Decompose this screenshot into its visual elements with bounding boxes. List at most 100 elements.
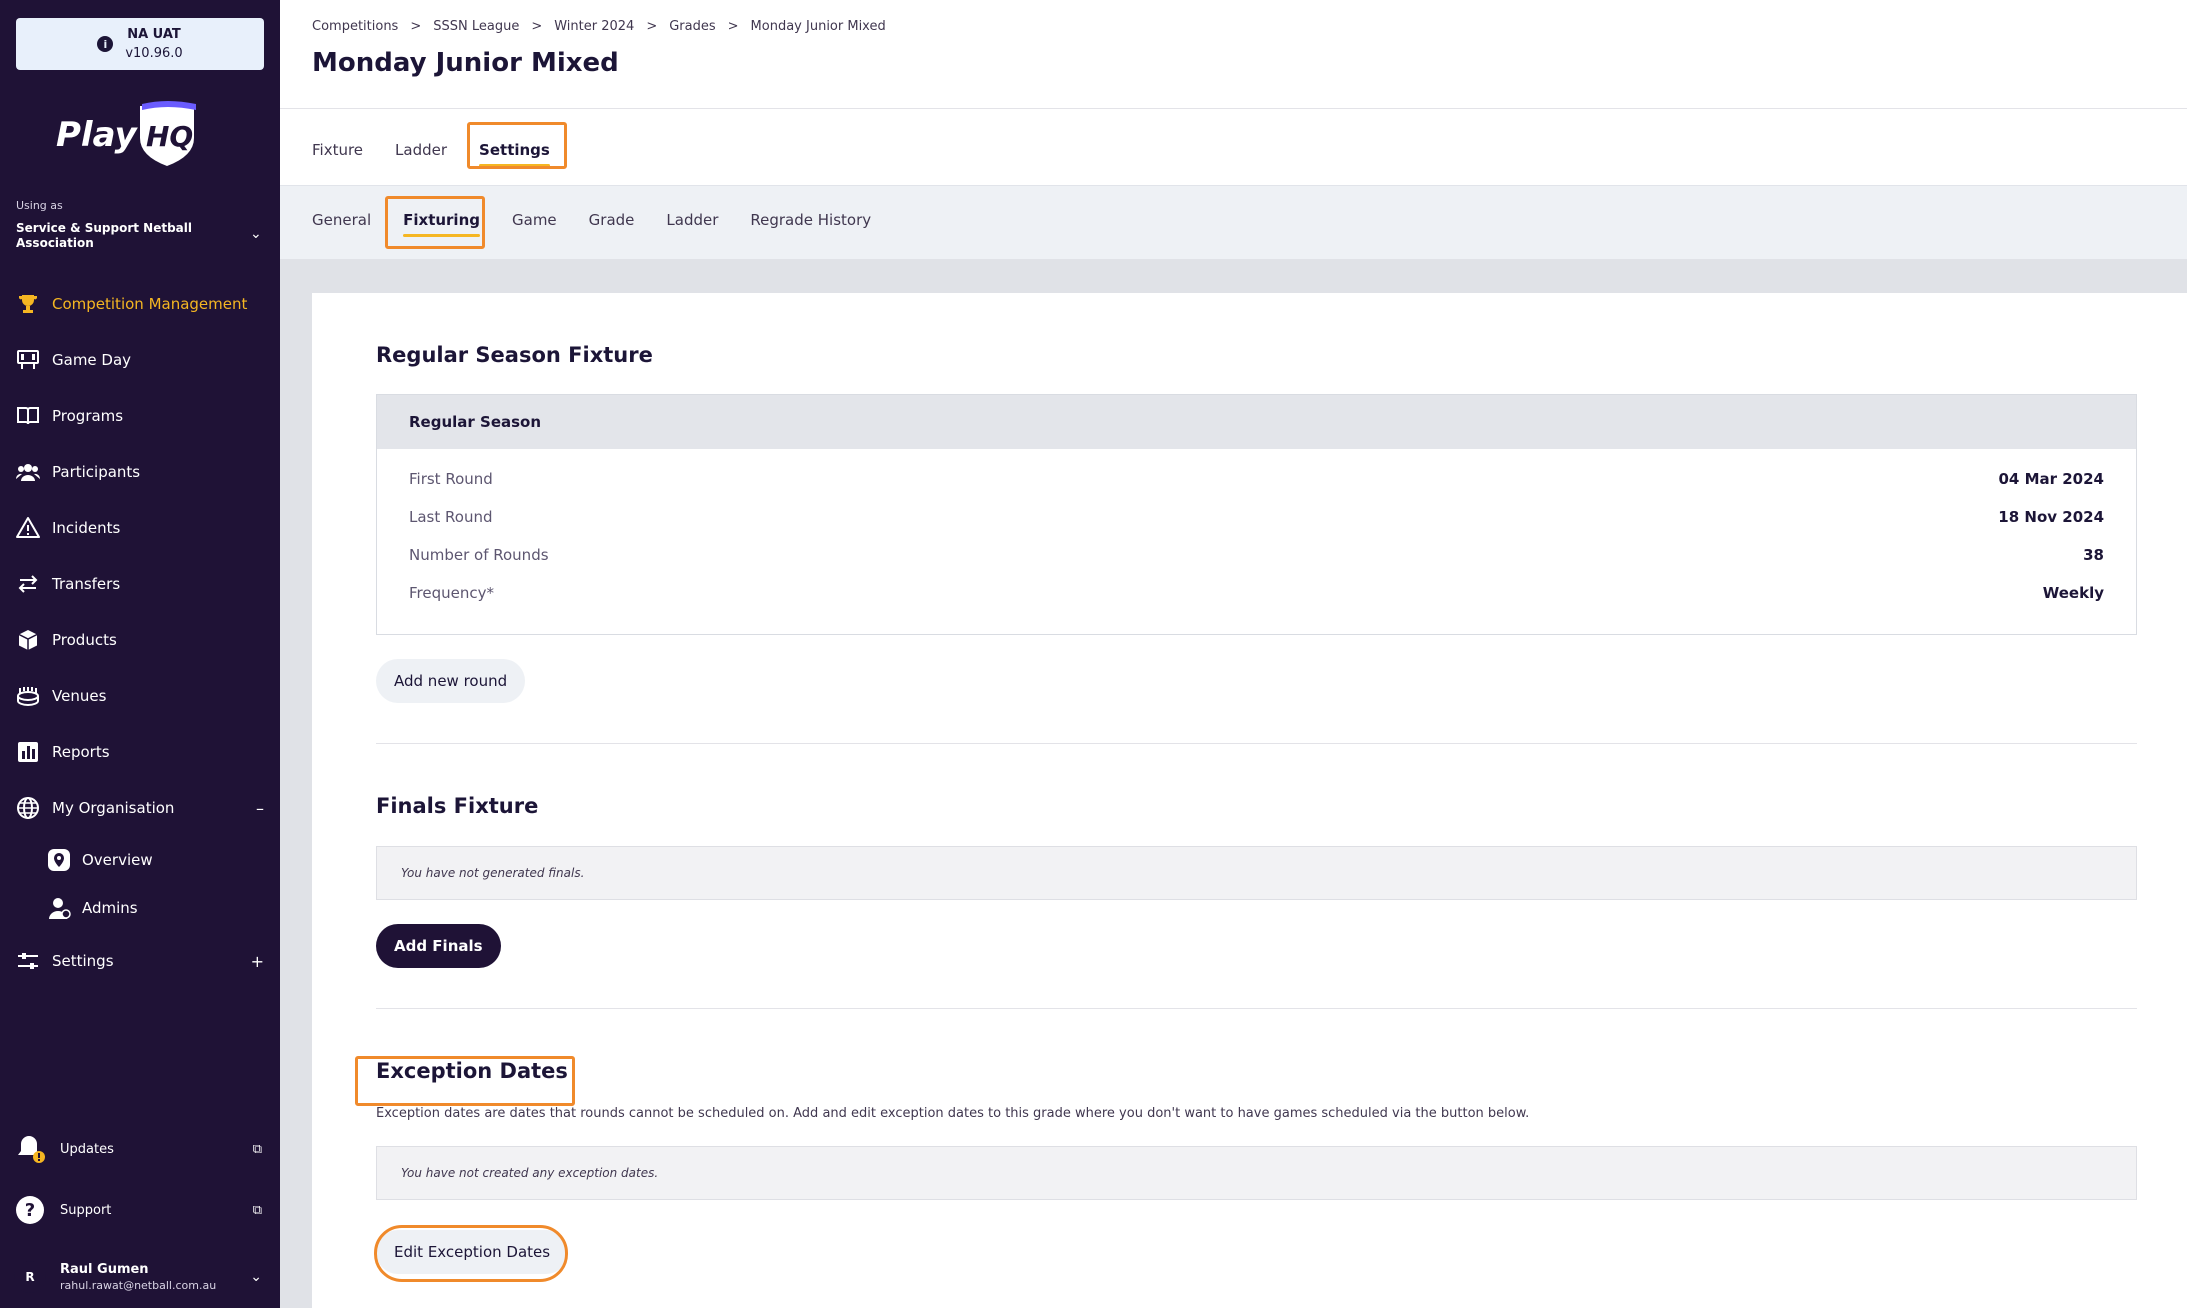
updates-label: Updates [60, 1141, 114, 1157]
breadcrumb-item[interactable]: Winter 2024 [554, 19, 634, 34]
user-email: rahul.rawat@netball.com.au [60, 1279, 217, 1292]
chevron-down-icon[interactable]: ⌄ [250, 1269, 262, 1285]
nav-label: Competition Management [52, 295, 248, 313]
svg-text:HQ: HQ [146, 120, 193, 153]
user-name: Raul Gumen [60, 1262, 149, 1277]
subtab-ladder[interactable]: Ladder [666, 207, 718, 233]
header-divider [280, 108, 2187, 109]
main-content: Competitions > SSSN League > Winter 2024 > Gra… [280, 0, 2187, 1308]
regular-season-title: Regular Season Fixture [376, 343, 653, 367]
environment-badge: i NA UAT v10.96.0 [16, 18, 264, 70]
highlight-settings-tab [467, 122, 567, 169]
nav-reports[interactable]: Reports [0, 732, 280, 772]
highlight-edit-exception-button [374, 1225, 568, 1282]
highlight-fixturing-tab [385, 196, 485, 249]
sidebar: i NA UAT v10.96.0 Play HQ Using as Servi… [0, 0, 280, 1308]
trophy-icon [14, 290, 42, 318]
location-pin-icon [46, 847, 72, 873]
row-value: 38 [2083, 546, 2104, 564]
sub-nav-overview[interactable]: Overview [46, 844, 153, 876]
book-icon [14, 402, 42, 430]
updates-link[interactable]: Updates ⧉ [14, 1131, 266, 1167]
breadcrumb-item[interactable]: Grades [669, 19, 715, 34]
row-label: First Round [409, 470, 493, 488]
breadcrumb: Competitions > SSSN League > Winter 2024 > Gra… [312, 19, 886, 34]
regular-season-header: Regular Season [377, 395, 2136, 449]
tab-ladder[interactable]: Ladder [395, 137, 447, 163]
row-value: 18 Nov 2024 [1998, 508, 2104, 526]
external-link-icon: ⧉ [252, 1141, 262, 1157]
add-new-round-button[interactable]: Add new round [376, 659, 526, 703]
nav-incidents[interactable]: Incidents [0, 508, 280, 548]
table-row: First Round 04 Mar 2024 [409, 467, 2104, 491]
tab-fixture[interactable]: Fixture [312, 137, 363, 163]
svg-text:Play: Play [56, 115, 138, 155]
breadcrumb-item[interactable]: Competitions [312, 19, 398, 34]
nav-label: Participants [52, 463, 141, 481]
app-version: v10.96.0 [125, 46, 183, 61]
finals-title: Finals Fixture [376, 794, 539, 818]
nav-products[interactable]: Products [0, 620, 280, 660]
table-row: Number of Rounds 38 [409, 543, 2104, 567]
nav-label: Incidents [52, 519, 121, 537]
row-label: Last Round [409, 508, 493, 526]
section-divider [376, 1008, 2137, 1009]
subtab-game[interactable]: Game [512, 207, 557, 233]
svg-text:?: ? [25, 1200, 35, 1221]
nav-label: Settings [52, 952, 114, 970]
exception-dates-empty-state: You have not created any exception dates… [376, 1146, 2137, 1200]
exception-dates-description: Exception dates are dates that rounds ca… [376, 1106, 1530, 1121]
section-divider [376, 743, 2137, 744]
collapse-toggle[interactable]: – [256, 799, 264, 818]
nav-programs[interactable]: Programs [0, 396, 280, 436]
subtab-grade[interactable]: Grade [589, 207, 635, 233]
support-link[interactable]: ? Support ⧉ [14, 1192, 266, 1228]
environment-name: NA UAT [127, 27, 181, 42]
nav-my-organisation[interactable]: My Organisation – [0, 788, 280, 828]
people-icon [14, 458, 42, 486]
nav-label: Venues [52, 687, 107, 705]
box-icon [14, 626, 42, 654]
nav-label: Programs [52, 407, 124, 425]
external-link-icon: ⧉ [252, 1202, 262, 1218]
chevron-down-icon[interactable]: ⌄ [250, 226, 262, 242]
support-label: Support [60, 1202, 112, 1218]
info-icon: i [97, 36, 114, 52]
table-row: Last Round 18 Nov 2024 [409, 505, 2104, 529]
breadcrumb-item[interactable]: SSSN League [433, 19, 519, 34]
user-menu[interactable]: R Raul Gumen rahul.rawat@netball.com.au … [14, 1257, 266, 1297]
chart-icon [14, 738, 42, 766]
sub-nav-label: Admins [82, 899, 138, 917]
sliders-icon [14, 947, 42, 975]
nav-label: Reports [52, 743, 110, 761]
breadcrumb-current: Monday Junior Mixed [750, 19, 886, 34]
help-icon: ? [14, 1194, 46, 1226]
nav-competition-management[interactable]: Competition Management [0, 284, 280, 324]
sub-nav-admins[interactable]: Admins [46, 892, 138, 924]
subtab-general[interactable]: General [312, 207, 371, 233]
nav-venues[interactable]: Venues [0, 676, 280, 716]
transfer-icon [14, 570, 42, 598]
finals-empty-state: You have not generated finals. [376, 846, 2137, 900]
add-finals-button[interactable]: Add Finals [376, 924, 501, 968]
organisation-name[interactable]: Service & Support Netball Association [16, 221, 226, 251]
globe-icon [14, 794, 42, 822]
stadium-icon [14, 682, 42, 710]
nav-game-day[interactable]: Game Day [0, 340, 280, 380]
using-as-label: Using as [16, 199, 63, 212]
nav-label: Products [52, 631, 117, 649]
nav-settings[interactable]: Settings + [0, 941, 280, 981]
avatar: R [14, 1261, 46, 1293]
regular-season-table: Regular Season First Round 04 Mar 2024 L… [376, 394, 2137, 635]
page-title: Monday Junior Mixed [312, 48, 619, 78]
nav-transfers[interactable]: Transfers [0, 564, 280, 604]
scoreboard-icon [14, 346, 42, 374]
row-label: Frequency* [409, 584, 494, 602]
nav-label: Transfers [52, 575, 121, 593]
nav-label: My Organisation [52, 799, 175, 817]
playhq-logo[interactable]: Play HQ [54, 100, 204, 170]
subtab-regrade-history[interactable]: Regrade History [750, 207, 871, 233]
expand-toggle[interactable]: + [251, 952, 264, 971]
row-value: Weekly [2042, 584, 2104, 602]
nav-participants[interactable]: Participants [0, 452, 280, 492]
